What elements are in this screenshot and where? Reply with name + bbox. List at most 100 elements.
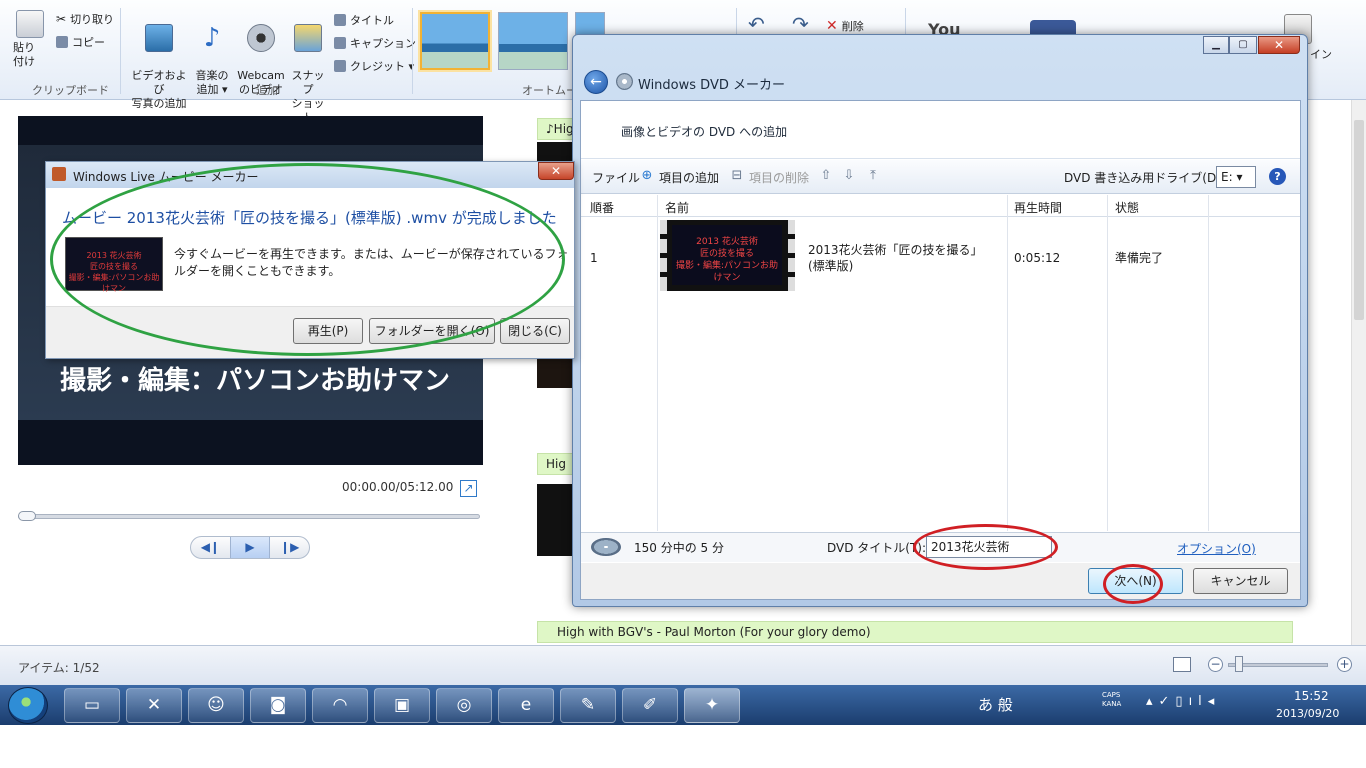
credits-button[interactable]: クレジット ▾ (334, 58, 414, 74)
scissors-icon: ✂ (56, 12, 67, 26)
play-icon[interactable]: ▶ (229, 537, 271, 558)
caption-label: キャプション (350, 37, 416, 50)
snapshot-icon (294, 24, 322, 52)
cancel-button[interactable]: キャンセル (1193, 568, 1288, 594)
column-header-name[interactable]: 名前 (665, 199, 689, 216)
options-link[interactable]: オプション(O) (1177, 540, 1256, 557)
file-menu[interactable]: ファイル (592, 169, 640, 186)
previous-frame-icon[interactable]: ◀❙ (191, 537, 230, 558)
add-items-button[interactable]: 項目の追加 (659, 169, 719, 186)
explorer-taskbar-icon[interactable]: ▭ (64, 688, 120, 723)
drive-label: DVD 書き込み用ドライブ(D): (1064, 171, 1225, 185)
paste-button[interactable]: 貼り付け (12, 10, 48, 69)
remove-item-icon[interactable]: ⊟ (730, 168, 744, 184)
seek-bar[interactable] (18, 514, 480, 519)
green-annotation-ellipse (50, 163, 565, 356)
paint-taskbar-icon[interactable]: ✐ (622, 688, 678, 723)
drive-select[interactable]: E: ▾ (1216, 166, 1256, 188)
app-taskbar-icon[interactable]: ✕ (126, 688, 182, 723)
zoom-slider[interactable] (1228, 663, 1328, 667)
ime-indicator[interactable]: あ 般 (978, 694, 1013, 715)
caps-kana-indicator: CAPS KANA (1102, 691, 1122, 708)
title-label: タイトル (350, 14, 394, 27)
messenger-taskbar-icon[interactable]: ☺ (188, 688, 244, 723)
storyboard-caption-text: Hig (553, 122, 574, 136)
credits-icon (334, 60, 346, 72)
page-heading: 画像とビデオの DVD への追加 (621, 125, 788, 139)
snapshot-button[interactable]: スナップ ショット (288, 10, 328, 125)
disc-capacity-icon (591, 538, 621, 556)
close-button[interactable]: 閉じる(C) (500, 318, 570, 344)
caption-icon (334, 37, 346, 49)
dialog-close-icon[interactable]: ✕ (538, 162, 574, 180)
zoom-out-icon[interactable]: − (1208, 657, 1223, 672)
start-button-icon[interactable] (8, 687, 48, 724)
tray-icons[interactable]: ▴✓▯ıl◂ (1146, 694, 1220, 709)
storyboard-caption[interactable]: Hig (537, 453, 577, 475)
title-button[interactable]: タイトル (334, 12, 394, 28)
column-header-order[interactable]: 順番 (590, 199, 614, 216)
clock-time[interactable]: 15:52 (1294, 689, 1329, 703)
clipboard-group-label: クリップボード (32, 84, 109, 97)
row-order: 1 (590, 251, 598, 265)
column-header-duration[interactable]: 再生時間 (1014, 199, 1062, 216)
close-icon[interactable]: ✕ (1258, 36, 1300, 54)
window-title: Windows DVD メーカー (638, 78, 785, 93)
storyboard-music-caption[interactable]: High with BGV's - Paul Morton (For your … (537, 621, 1293, 643)
automovie-theme-2[interactable] (498, 12, 568, 70)
storyboard-view-icon[interactable] (1173, 657, 1191, 672)
row-status: 準備完了 (1115, 251, 1164, 265)
help-icon[interactable]: ? (1269, 168, 1286, 185)
delete-button[interactable]: ✕ 削除 (826, 18, 864, 34)
move-top-icon[interactable]: ⤒ (866, 168, 880, 184)
add-videos-photos-button[interactable]: ビデオおよび 写真の追加 (128, 10, 190, 111)
clock-date[interactable]: 2013/09/20 (1276, 707, 1339, 720)
paste-label: 貼り付け (13, 41, 35, 68)
expand-icon[interactable]: ↗ (460, 480, 477, 497)
zoom-in-icon[interactable]: + (1337, 657, 1352, 672)
seek-handle[interactable] (18, 511, 36, 521)
minimize-icon[interactable]: ▁ (1203, 36, 1229, 54)
delete-label: 削除 (841, 20, 864, 33)
rotate-left-icon[interactable]: ↶ (748, 12, 765, 36)
copy-button[interactable]: コピー (56, 34, 105, 50)
cut-button[interactable]: ✂ 切り取り (56, 11, 114, 27)
webcam-icon (247, 24, 275, 52)
sign-in-label[interactable]: イン (1310, 46, 1332, 62)
storyboard-caption[interactable]: ♪Hig (537, 118, 577, 140)
column-header-status[interactable]: 状態 (1115, 199, 1139, 216)
zoom-slider-handle[interactable] (1235, 656, 1243, 672)
preview-timecode: 00:00.00/05:12.00 (342, 480, 454, 494)
back-arrow-icon[interactable]: ← (584, 70, 608, 94)
move-up-arrow-icon[interactable]: ⇧ (819, 168, 833, 184)
automovie-theme-1[interactable] (420, 12, 490, 70)
scrollbar-thumb[interactable] (1354, 120, 1364, 320)
next-frame-icon[interactable]: ❙▶ (270, 537, 309, 558)
credits-label: クレジット ▾ (350, 60, 415, 73)
row-duration: 0:05:12 (1014, 251, 1061, 265)
music-note-icon: ♪ (546, 122, 554, 136)
app-taskbar-icon[interactable]: ▣ (374, 688, 430, 723)
dvd-maker-taskbar-icon[interactable]: ✦ (684, 688, 740, 723)
add-music-label: 音楽の 追加 ▾ (195, 69, 229, 96)
canon-taskbar-icon[interactable]: ◎ (436, 688, 492, 723)
red-annotation-ellipse (913, 524, 1058, 570)
preview-overlay-text: 撮影・編集：パソコンお助けマン (60, 366, 451, 396)
move-down-arrow-icon[interactable]: ⇩ (842, 168, 856, 184)
ie-taskbar-icon[interactable]: e (498, 688, 554, 723)
add-music-button[interactable]: ♪ 音楽の 追加 ▾ (192, 10, 232, 97)
remove-items-button[interactable]: 項目の削除 (749, 169, 809, 186)
add-group-label: 追加 (256, 84, 278, 97)
maximize-icon[interactable]: ▢ (1229, 36, 1257, 54)
caption-button[interactable]: キャプション (334, 35, 416, 51)
storyboard-clip[interactable] (537, 484, 577, 556)
rotate-right-icon[interactable]: ↷ (792, 12, 809, 36)
app-taskbar-icon[interactable]: ✎ (560, 688, 616, 723)
ribbon-separator (412, 8, 413, 94)
camera-taskbar-icon[interactable]: ◙ (250, 688, 306, 723)
add-item-icon[interactable]: ⊕ (640, 168, 654, 184)
clipboard-icon (16, 10, 44, 38)
app-taskbar-icon[interactable]: ◠ (312, 688, 368, 723)
capacity-text: 150 分中の 5 分 (634, 541, 724, 555)
cut-label: 切り取り (70, 13, 115, 26)
